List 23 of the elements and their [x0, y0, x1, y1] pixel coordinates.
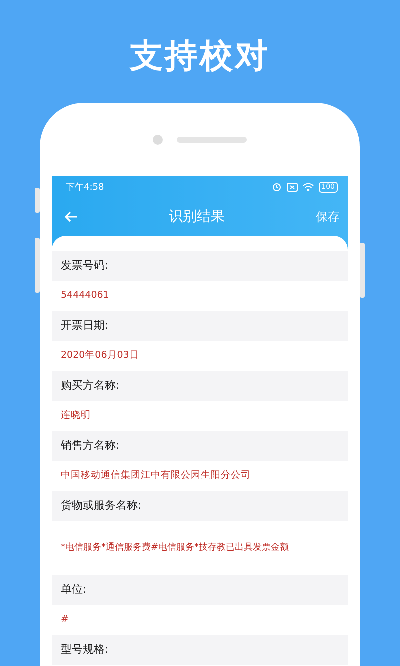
field-label: 发票号码:	[52, 251, 348, 281]
alarm-icon	[272, 182, 282, 192]
field-label: 型号规格:	[52, 635, 348, 665]
field-value: *电信服务*通信服务费#电信服务*技存教已出具发票金额	[60, 542, 290, 555]
status-time: 下午4:58	[66, 182, 104, 194]
field-value: 54444061	[60, 289, 110, 303]
field-value: 中国移动通信集团江中有限公园生阳分公司	[60, 469, 252, 483]
headline: 支持校对	[130, 36, 270, 76]
speaker-slot	[177, 136, 247, 142]
wifi-icon	[302, 182, 314, 192]
field-value: 连晓明	[60, 409, 92, 423]
field-label: 货物或服务名称:	[52, 491, 348, 521]
field-label: 购买方名称:	[52, 371, 348, 401]
sim-icon	[286, 182, 298, 192]
field-value: 2020年06月03日	[60, 349, 140, 363]
screen-title: 识别结果	[169, 208, 225, 226]
field-label: 销售方名称:	[52, 431, 348, 461]
back-arrow-icon[interactable]	[64, 211, 78, 223]
field-label: 单位:	[52, 575, 348, 605]
save-button[interactable]: 保存	[316, 208, 340, 226]
field-label: 开票日期:	[52, 311, 348, 341]
field-value: #	[60, 613, 70, 627]
camera-dot	[153, 134, 163, 144]
